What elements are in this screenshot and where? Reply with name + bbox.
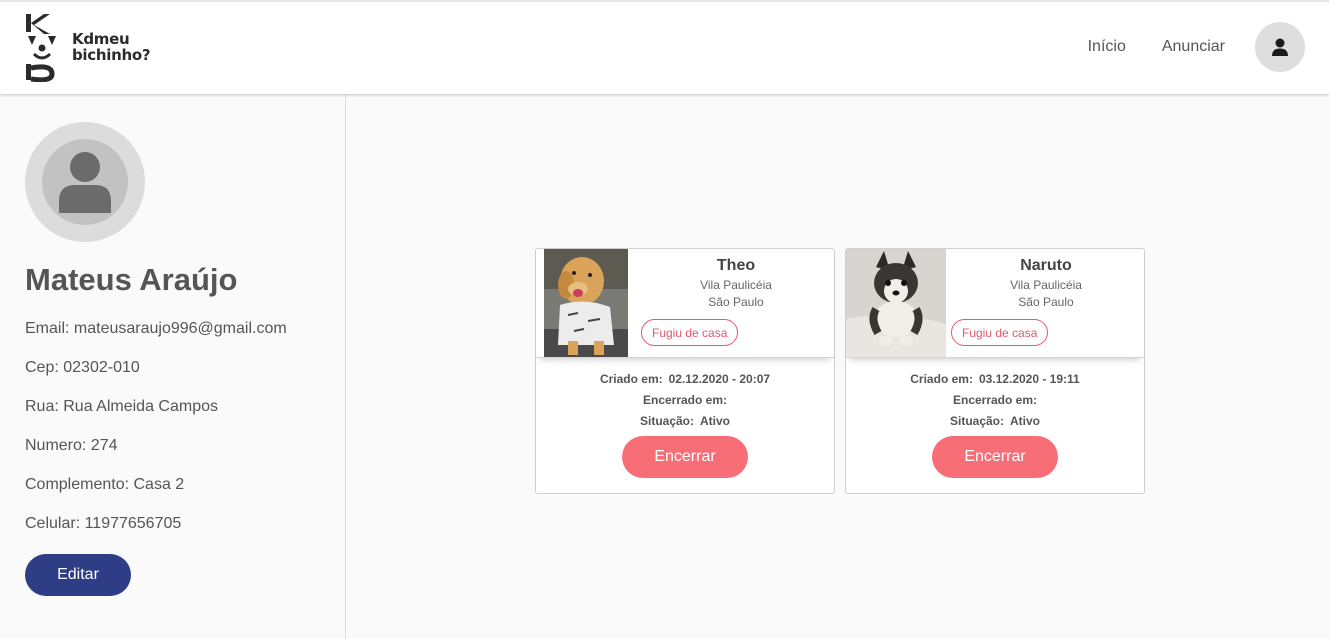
dog-photo-theo xyxy=(544,249,628,357)
nav-inicio[interactable]: Início xyxy=(1088,38,1126,56)
pet-city: São Paulo xyxy=(708,295,764,309)
pet-card-header: Naruto Vila Paulicéia São Paulo Fugiu de… xyxy=(846,249,1144,358)
created-label: Criado em: xyxy=(599,372,663,386)
nav-anunciar[interactable]: Anunciar xyxy=(1162,38,1225,56)
profile-numero: Numero: 274 xyxy=(25,437,118,454)
profile-rua: Rua: Rua Almeida Campos xyxy=(25,398,218,415)
close-ad-button[interactable]: Encerrar xyxy=(622,436,748,478)
user-menu-button[interactable] xyxy=(1255,22,1305,72)
status-value: Ativo xyxy=(700,414,730,428)
avatar-inner xyxy=(42,139,128,225)
status-value: Ativo xyxy=(1010,414,1040,428)
pet-name: Theo xyxy=(716,257,756,274)
person-icon xyxy=(59,152,111,213)
ended-label: Encerrado em: xyxy=(952,393,1038,407)
pet-district: Vila Paulicéia xyxy=(700,278,772,292)
created-row: Criado em: 02.12.2020 - 20:07 xyxy=(536,372,834,386)
ended-row: Encerrado em: xyxy=(846,393,1144,407)
profile-avatar xyxy=(25,122,145,242)
logo-icon xyxy=(26,14,56,82)
status-label: Situação: xyxy=(639,414,694,428)
created-row: Criado em: 03.12.2020 - 19:11 xyxy=(846,372,1144,386)
pet-card: Theo Vila Paulicéia São Paulo Fugiu de c… xyxy=(535,248,835,494)
pet-card: Naruto Vila Paulicéia São Paulo Fugiu de… xyxy=(845,248,1145,494)
created-label: Criado em: xyxy=(910,372,973,386)
brand-logo[interactable]: Kdmeu bichinho? xyxy=(24,12,151,82)
status-row: Situação: Ativo xyxy=(536,414,834,428)
pet-card-header: Theo Vila Paulicéia São Paulo Fugiu de c… xyxy=(536,249,834,358)
main-nav: Início Anunciar xyxy=(1088,22,1305,72)
status-label: Situação: xyxy=(949,414,1004,428)
profile-email: Email: mateusaraujo996@gmail.com xyxy=(25,320,287,337)
profile-sidebar: Mateus Araújo Email: mateusaraujo996@gma… xyxy=(0,94,346,639)
created-value: 02.12.2020 - 20:07 xyxy=(668,372,771,386)
edit-profile-button[interactable]: Editar xyxy=(25,554,131,596)
pet-photo[interactable] xyxy=(544,249,628,357)
ended-row: Encerrado em: xyxy=(536,393,834,407)
top-header: Kdmeu bichinho? Início Anunciar xyxy=(0,0,1329,94)
dog-photo-naruto xyxy=(846,249,946,357)
status-row: Situação: Ativo xyxy=(846,414,1144,428)
pet-photo[interactable] xyxy=(846,249,946,357)
status-tag: Fugiu de casa xyxy=(951,319,1049,346)
pet-district: Vila Paulicéia xyxy=(1010,278,1082,292)
profile-celular: Celular: 11977656705 xyxy=(25,515,182,532)
status-tag: Fugiu de casa xyxy=(641,319,739,346)
pet-city: São Paulo xyxy=(1018,295,1074,309)
brand-line-2: bichinho? xyxy=(72,46,151,64)
created-value: 03.12.2020 - 19:11 xyxy=(978,372,1080,386)
profile-name: Mateus Araújo xyxy=(25,262,238,297)
profile-cep: Cep: 02302-010 xyxy=(25,359,140,376)
brand-line-1: Kdmeu xyxy=(72,30,130,48)
profile-complemento: Complemento: Casa 2 xyxy=(25,476,185,493)
pet-name: Naruto xyxy=(1020,257,1072,274)
close-ad-button[interactable]: Encerrar xyxy=(932,436,1058,478)
ended-label: Encerrado em: xyxy=(642,393,728,407)
user-icon xyxy=(1272,38,1288,56)
brand-text: Kdmeu bichinho? xyxy=(72,30,151,64)
